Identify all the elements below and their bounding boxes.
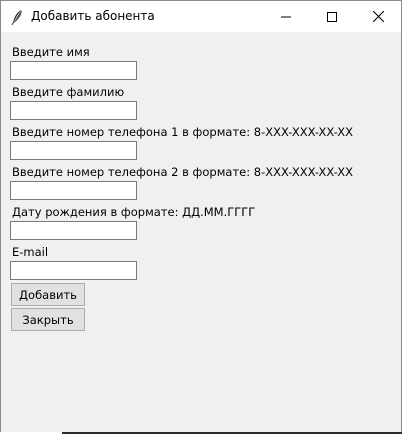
minimize-icon <box>281 16 291 17</box>
close-window-button[interactable] <box>355 1 401 32</box>
window-title: Добавить абонента <box>31 9 155 23</box>
close-icon <box>372 11 384 22</box>
form-area: Введите имя Введите фамилию Введите номе… <box>1 32 401 433</box>
email-field[interactable] <box>10 261 137 280</box>
phone1-label: Введите номер телефона 1 в формате: 8-XX… <box>12 125 354 139</box>
add-button[interactable]: Добавить <box>11 283 85 306</box>
feather-icon <box>11 10 22 25</box>
close-button[interactable]: Закрыть <box>11 308 85 331</box>
phone2-field[interactable] <box>10 181 137 200</box>
last-name-field[interactable] <box>10 101 137 120</box>
birth-date-label: Дату рождения в формате: ДД.ММ.ГГГГ <box>12 205 256 219</box>
maximize-button[interactable] <box>309 1 355 32</box>
title-bar[interactable]: Добавить абонента <box>1 1 401 32</box>
first-name-label: Введите имя <box>12 45 90 59</box>
last-name-label: Введите фамилию <box>12 85 125 99</box>
add-subscriber-window: Добавить абонента Введите имя Введите фа… <box>0 0 402 434</box>
birth-date-field[interactable] <box>10 221 137 240</box>
phone2-label: Введите номер телефона 2 в формате: 8-XX… <box>12 165 354 179</box>
minimize-button[interactable] <box>263 1 309 32</box>
first-name-field[interactable] <box>10 61 137 80</box>
email-label: E-mail <box>12 245 49 259</box>
phone1-field[interactable] <box>10 141 137 160</box>
maximize-icon <box>327 11 337 22</box>
